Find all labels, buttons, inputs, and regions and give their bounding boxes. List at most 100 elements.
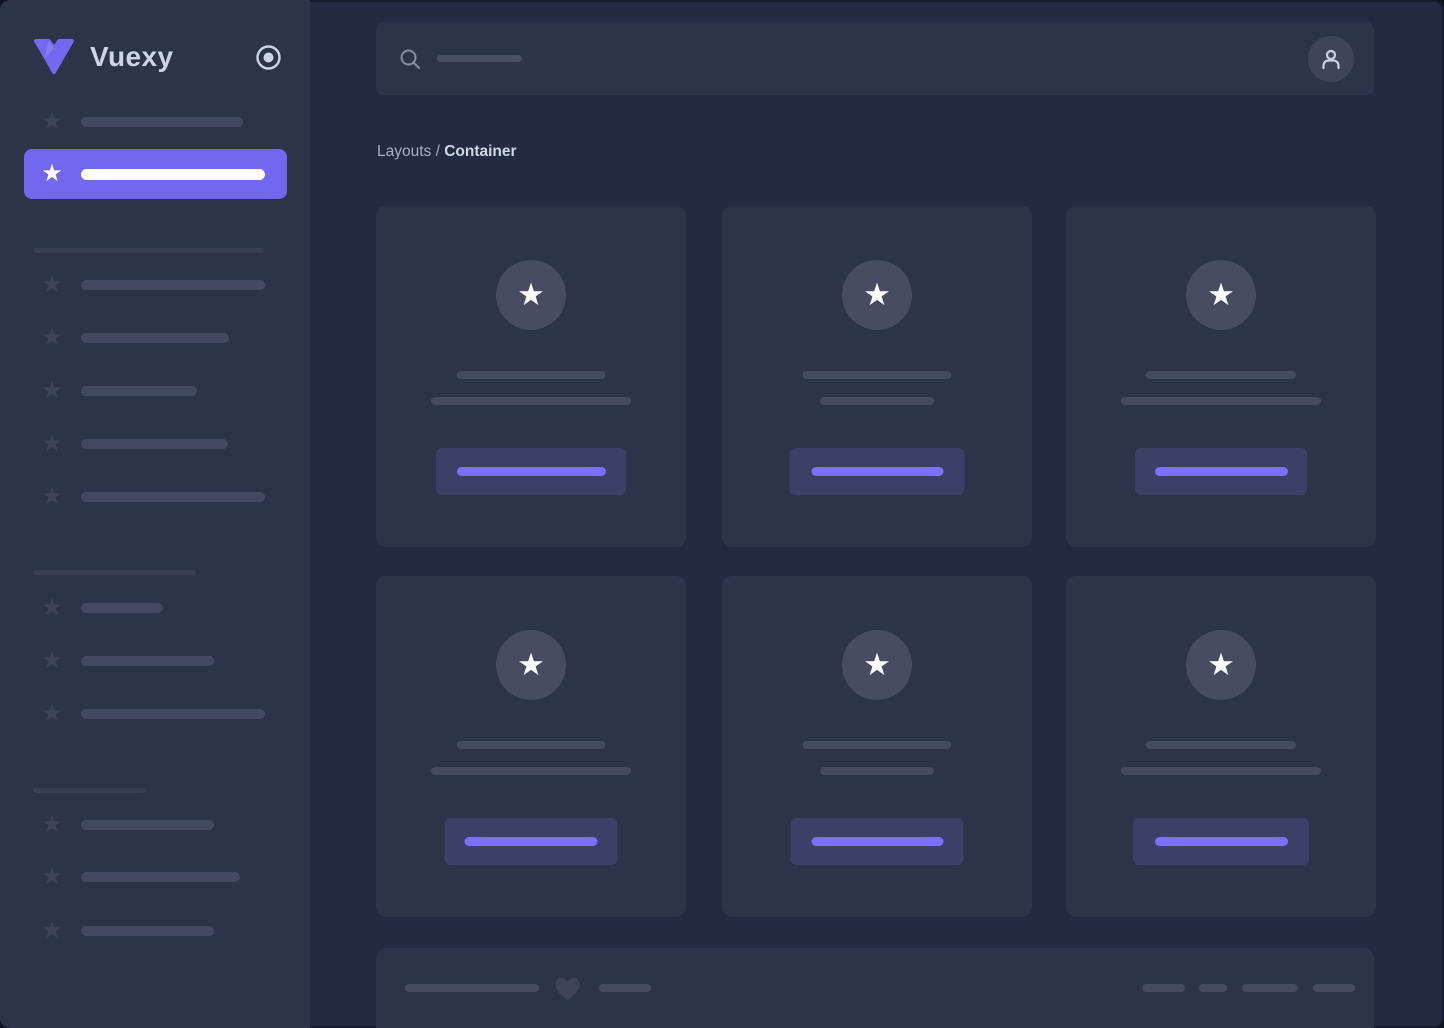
skeleton-label: [81, 333, 229, 343]
card-avatar: [842, 260, 912, 330]
card-avatar: [1186, 630, 1256, 700]
star-icon: [1207, 260, 1235, 330]
skeleton-label: [81, 603, 163, 613]
skeleton-label: [81, 280, 265, 290]
breadcrumb-current: Container: [444, 143, 517, 160]
skeleton-bar: [1242, 984, 1298, 992]
breadcrumb-separator: /: [431, 143, 445, 160]
skeleton-bar: [599, 984, 651, 992]
star-icon: [1207, 630, 1235, 700]
placeholder-card: [376, 576, 686, 917]
star-icon: [40, 919, 64, 943]
skeleton-bar: [1313, 984, 1355, 992]
sidebar-item[interactable]: [40, 649, 214, 673]
star-icon: [40, 702, 64, 726]
sidebar: Vuexy: [0, 0, 310, 1028]
skeleton-bar: [1121, 767, 1321, 775]
skeleton-button-label: [1154, 837, 1288, 846]
heart-icon[interactable]: [553, 975, 582, 1002]
star-icon: [40, 432, 64, 456]
star-icon: [517, 260, 545, 330]
placeholder-card: [722, 576, 1032, 917]
sidebar-item[interactable]: [40, 919, 214, 943]
card-action-button[interactable]: [1135, 448, 1307, 495]
star-icon: [40, 379, 64, 403]
skeleton-bar: [1199, 984, 1227, 992]
placeholder-card: [1066, 576, 1376, 917]
star-icon: [40, 865, 64, 889]
skeleton-label: [81, 439, 228, 449]
magnifier-icon: [399, 48, 421, 70]
skeleton-button-label: [456, 467, 606, 476]
sidebar-item[interactable]: [40, 379, 197, 403]
star-icon: [517, 630, 545, 700]
card-avatar: [496, 630, 566, 700]
placeholder-card: [376, 206, 686, 547]
sidebar-item[interactable]: [40, 432, 228, 456]
sidebar-item[interactable]: [40, 485, 265, 509]
skeleton-button-label: [811, 467, 943, 476]
search-placeholder-skeleton: [437, 55, 522, 62]
section-header-skeleton: [33, 570, 196, 575]
footer-strip-card: [376, 948, 1374, 1028]
breadcrumb: Layouts / Container: [377, 143, 517, 161]
sidebar-item-active[interactable]: [24, 149, 287, 199]
skeleton-bar: [431, 767, 631, 775]
skeleton-bar: [456, 371, 606, 379]
user-avatar[interactable]: [1308, 35, 1354, 82]
sidebar-item[interactable]: [40, 596, 163, 620]
placeholder-card: [1066, 206, 1376, 547]
card-action-button[interactable]: [444, 818, 618, 865]
breadcrumb-section[interactable]: Layouts: [377, 143, 431, 160]
card-action-button[interactable]: [436, 448, 626, 495]
skeleton-bar: [1146, 371, 1296, 379]
card-action-button[interactable]: [1133, 818, 1309, 865]
sidebar-item[interactable]: [40, 865, 240, 889]
skeleton-label: [81, 492, 265, 502]
skeleton-bar: [405, 984, 539, 992]
star-icon: [40, 273, 64, 297]
skeleton-bar: [802, 371, 952, 379]
skeleton-button-label: [464, 837, 598, 846]
card-avatar: [496, 260, 566, 330]
skeleton-bar: [431, 397, 631, 405]
star-icon: [40, 813, 64, 837]
placeholder-card: [722, 206, 1032, 547]
sidebar-item[interactable]: [40, 110, 243, 134]
skeleton-bar: [1146, 741, 1296, 749]
star-icon: [40, 485, 64, 509]
search-input[interactable]: [376, 22, 1374, 95]
skeleton-label: [81, 117, 243, 127]
skeleton-button-label: [811, 837, 943, 846]
card-avatar: [842, 630, 912, 700]
star-icon: [40, 596, 64, 620]
star-icon: [40, 162, 64, 186]
section-header-skeleton: [33, 788, 145, 793]
skeleton-label: [81, 820, 214, 830]
skeleton-label: [81, 872, 240, 882]
app-window: Vuexy ★ ★ ★ ★ ★ ★ ★ ★ ★ ★ ★ ★ ★ Layouts …: [0, 0, 1444, 1028]
skeleton-bar: [802, 741, 952, 749]
star-icon: [40, 110, 64, 134]
skeleton-label: [81, 709, 265, 719]
star-icon: [40, 649, 64, 673]
skeleton-bar: [820, 397, 934, 405]
vuexy-logo-icon[interactable]: [33, 38, 75, 76]
skeleton-bar: [820, 767, 934, 775]
card-avatar: [1186, 260, 1256, 330]
sidebar-item[interactable]: [40, 273, 265, 297]
radio-circle-icon[interactable]: [255, 44, 282, 71]
sidebar-item[interactable]: [40, 702, 265, 726]
sidebar-item[interactable]: [40, 813, 214, 837]
skeleton-label: [81, 168, 265, 180]
skeleton-label: [81, 386, 197, 396]
card-action-button[interactable]: [789, 448, 965, 495]
sidebar-item[interactable]: [40, 326, 229, 350]
star-icon: [863, 630, 891, 700]
sidebar-header: Vuexy: [33, 36, 282, 78]
skeleton-bar: [1121, 397, 1321, 405]
skeleton-label: [81, 656, 214, 666]
card-action-button[interactable]: [790, 818, 964, 865]
skeleton-label: [81, 926, 214, 936]
footer-right-group: [1142, 984, 1355, 992]
